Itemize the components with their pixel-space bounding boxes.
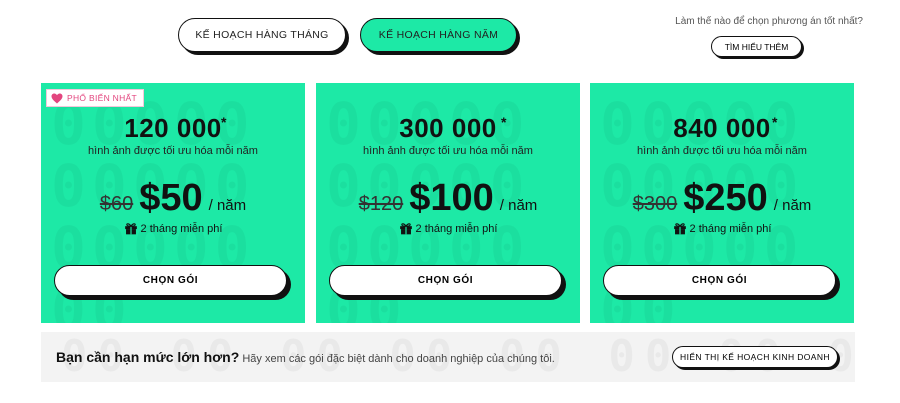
help-question: Làm thế nào để chọn phương án tốt nhất? (675, 16, 863, 27)
plan-price: $100 (409, 177, 494, 219)
learn-more-button[interactable]: TÌM HIỂU THÊM (711, 36, 802, 57)
plan-image-count: 120 000 (124, 113, 222, 143)
price-period: / năm (208, 197, 247, 214)
pricing-page: KẾ HOẠCH HÀNG THÁNG KẾ HOẠCH HÀNG NĂM Là… (0, 0, 900, 403)
free-months: 2 tháng miễn phí (590, 222, 854, 235)
badge-label: PHỔ BIẾN NHẤT (67, 93, 138, 103)
plan-card-1: 00000000000000000 PHỔ BIẾN NHẤT 120 000 … (41, 83, 305, 323)
popular-badge: PHỔ BIẾN NHẤT (46, 89, 145, 107)
plan-card-2: 00000000000000000 300 000 * hình ảnh đượ… (316, 83, 580, 323)
gift-icon (399, 223, 412, 235)
gift-icon (673, 223, 686, 235)
footnote-star: * (772, 114, 778, 130)
plan-description: hình ảnh được tối ưu hóa mỗi năm (88, 145, 258, 157)
enterprise-banner: 00 00 00 00 00 00 00 00 00 00 00 00 Bạn … (41, 332, 855, 382)
plan-description: hình ảnh được tối ưu hóa mỗi năm (637, 145, 807, 157)
plan-price: $50 (139, 177, 203, 219)
free-months: 2 tháng miễn phí (316, 222, 580, 235)
plan-card-3: 00000000000000000 840 000 * hình ảnh đượ… (590, 83, 854, 323)
free-months: 2 tháng miễn phí (41, 222, 305, 235)
price-row: $120 $100 / năm (316, 177, 580, 220)
choose-plan-button[interactable]: CHỌN GÓI (54, 265, 287, 296)
yearly-plan-toggle[interactable]: KẾ HOẠCH HÀNG NĂM (360, 18, 517, 52)
gift-icon (124, 223, 137, 235)
plan-image-count: 300 000 (399, 113, 497, 143)
footnote-star: * (501, 114, 507, 130)
old-price: $300 (632, 193, 678, 215)
footnote-star: * (221, 114, 227, 130)
enterprise-message: Bạn cần hạn mức lớn hơn? Hãy xem các gói… (56, 349, 555, 365)
price-period: / năm (773, 197, 812, 214)
free-months-label: 2 tháng miễn phí (689, 222, 772, 235)
choose-plan-button[interactable]: CHỌN GÓI (603, 265, 836, 296)
enterprise-description: Hãy xem các gói đặc biệt dành cho doanh … (242, 353, 555, 365)
old-price: $60 (99, 193, 134, 215)
free-months-label: 2 tháng miễn phí (140, 222, 223, 235)
plan-price: $250 (683, 177, 768, 219)
price-row: $300 $250 / năm (590, 177, 854, 220)
price-period: / năm (499, 197, 538, 214)
price-row: $60 $50 / năm (41, 177, 305, 220)
enterprise-heading: Bạn cần hạn mức lớn hơn? (56, 349, 240, 365)
plan-image-count: 840 000 (673, 113, 771, 143)
heart-icon (51, 93, 63, 103)
choose-plan-button[interactable]: CHỌN GÓI (329, 265, 562, 296)
old-price: $120 (358, 193, 404, 215)
plan-description: hình ảnh được tối ưu hóa mỗi năm (363, 145, 533, 157)
monthly-plan-toggle[interactable]: KẾ HOẠCH HÀNG THÁNG (178, 18, 346, 52)
show-business-plans-button[interactable]: HIỂN THỊ KẾ HOẠCH KINH DOANH (672, 346, 838, 368)
free-months-label: 2 tháng miễn phí (415, 222, 498, 235)
